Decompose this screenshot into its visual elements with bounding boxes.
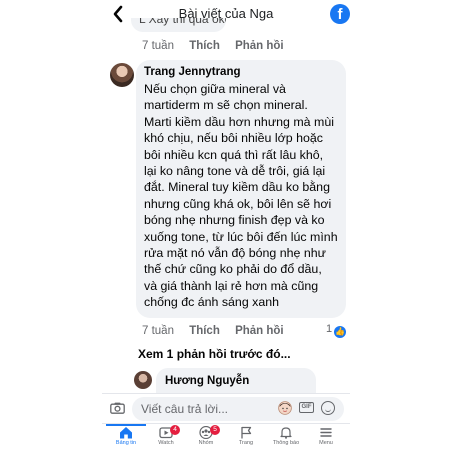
avatar[interactable] [110,63,134,87]
reaction-count: 1 [326,323,333,335]
nav-label: Thông báo [272,440,300,446]
emoji-icon[interactable] [321,401,335,415]
nav-item-groups[interactable]: 5 Nhóm [186,425,226,450]
reply-button[interactable]: Phản hồi [235,40,284,52]
comment-actions: 7 tuần Thích Phản hồi [142,325,296,337]
comment-author[interactable]: Trang Jennytrang [144,66,338,78]
avatar-sticker-icon[interactable] [278,401,292,415]
active-indicator [106,424,146,426]
like-button[interactable]: Thích [189,325,220,337]
bottom-nav: Bảng tin 4 Watch 5 Nhóm Trang Thông báo [102,423,350,450]
reaction-summary[interactable]: 1 👍 [326,323,347,338]
view-previous-replies-link[interactable]: Xem 1 phản hồi trước đó... [138,347,291,361]
reply-bubble: Hương Nguyễn [156,368,316,394]
nav-label: Bảng tin [115,440,137,446]
reply-author[interactable]: Hương Nguyễn [165,375,249,387]
reply-button[interactable]: Phản hồi [235,325,284,337]
like-icon: 👍 [334,326,347,338]
like-button[interactable]: Thích [189,40,220,52]
flag-icon [241,426,252,439]
facebook-icon[interactable]: f [330,4,350,24]
nav-label: Trang [238,440,254,446]
nav-item-pages[interactable]: Trang [226,425,266,450]
avatar[interactable] [134,371,152,389]
comment-time: 7 tuần [142,325,174,337]
previous-comment-actions: 7 tuần Thích Phản hồi [142,40,296,52]
nav-label: Menu [319,440,333,446]
previous-comment-bubble: L Xay thi qua oko : [131,18,226,32]
nav-label: Nhóm [198,440,214,446]
camera-icon[interactable] [110,402,125,414]
bell-icon [280,427,292,439]
reply-composer: GIF [102,393,350,423]
gif-icon[interactable]: GIF [299,402,314,413]
comment-bubble: Trang Jennytrang Nếu chọn giữa mineral v… [136,60,346,318]
nav-item-menu[interactable]: Menu [306,425,346,450]
notification-badge: 5 [210,425,220,435]
nav-item-watch[interactable]: 4 Watch [146,425,186,450]
comment-time: 7 tuần [142,40,174,52]
nav-item-home[interactable]: Bảng tin [106,424,146,450]
nav-item-notifications[interactable]: Thông báo [266,425,306,450]
nav-label: Watch [158,440,174,446]
home-icon [120,427,132,439]
previous-comment-text: L Xay thi qua oko : [139,18,226,26]
comment-text: Nếu chọn giữa mineral và martiderm m sẽ … [144,82,338,310]
menu-icon [320,428,332,437]
notification-badge: 4 [170,425,180,435]
